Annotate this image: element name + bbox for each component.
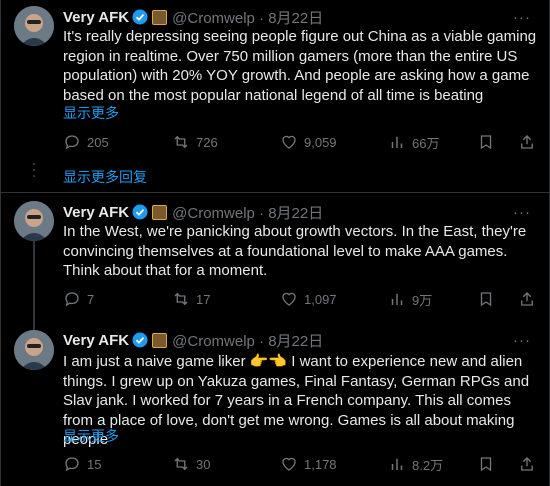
like-button[interactable]: 9,059 [280, 133, 337, 151]
show-more-link[interactable]: 显示更多 [63, 426, 119, 446]
affiliate-badge-icon[interactable] [152, 9, 168, 25]
share-icon [521, 135, 533, 149]
like-button[interactable]: 1,097 [280, 290, 337, 308]
share-button[interactable] [518, 290, 542, 308]
show-more-link[interactable]: 显示更多 [63, 103, 119, 123]
tweet-text: I am just a naive game liker 👉👈 I want t… [63, 353, 530, 448]
avatar[interactable] [14, 201, 54, 241]
bookmark-button[interactable] [477, 455, 501, 473]
bookmark-button[interactable] [477, 133, 501, 151]
like-count: 9,059 [304, 134, 337, 150]
bookmark-button[interactable] [477, 290, 501, 308]
tweet-text: It's really depressing seeing people fig… [63, 28, 537, 104]
bookmark-icon [480, 135, 492, 150]
tweet-2[interactable]: Very AFK @Cromwelp · 8月22日 ··· In the We… [1, 193, 550, 318]
thread-line [33, 318, 35, 330]
affiliate-badge-icon[interactable] [152, 332, 168, 348]
show-more-replies-link[interactable]: 显示更多回复 [63, 167, 147, 187]
tweet-text: In the West, we're panicking about growt… [63, 223, 527, 279]
views-chart-icon [391, 293, 403, 305]
share-button[interactable] [518, 455, 542, 473]
author-name[interactable]: Very AFK [63, 204, 129, 221]
reply-button[interactable]: 7 [63, 290, 94, 308]
share-icon [521, 292, 533, 306]
views-count: 9万 [412, 292, 433, 308]
bookmark-icon [480, 292, 492, 307]
retweet-count: 30 [196, 456, 211, 472]
verified-checkmark-icon [132, 9, 148, 25]
handle-and-date[interactable]: @Cromwelp · 8月22日 [172, 7, 323, 28]
tweet-actions: 205 726 9,059 66万 [63, 132, 533, 152]
reply-bubble-icon [65, 457, 79, 472]
handle-and-date[interactable]: @Cromwelp · 8月22日 [172, 202, 323, 223]
retweet-icon [174, 135, 188, 149]
affiliate-badge-icon[interactable] [152, 204, 168, 220]
tweet-header: Very AFK @Cromwelp · 8月22日 [63, 7, 323, 27]
reply-count: 205 [87, 134, 109, 150]
retweet-count: 726 [196, 134, 218, 150]
tweet-actions: 7 17 1,097 9万 [63, 289, 533, 309]
retweet-button[interactable]: 726 [172, 133, 218, 151]
more-dots-icon[interactable]: ··· [511, 202, 533, 222]
like-count: 1,097 [304, 291, 337, 307]
reply-button[interactable]: 205 [63, 133, 109, 151]
avatar[interactable] [14, 6, 54, 46]
retweet-count: 17 [196, 291, 211, 307]
verified-checkmark-icon [132, 204, 148, 220]
heart-icon [282, 457, 296, 471]
retweet-icon [174, 457, 188, 471]
more-dots-icon[interactable]: ··· [511, 7, 533, 27]
handle-and-date[interactable]: @Cromwelp · 8月22日 [172, 330, 323, 351]
views-button[interactable]: 9万 [388, 290, 432, 309]
views-chart-icon [391, 136, 403, 148]
thread-gap-dots [32, 163, 36, 181]
author-name[interactable]: Very AFK [63, 332, 129, 349]
avatar[interactable] [14, 330, 54, 370]
like-button[interactable]: 1,178 [280, 455, 337, 473]
bookmark-icon [480, 457, 492, 472]
tweet-header: Very AFK @Cromwelp · 8月22日 [63, 330, 323, 350]
reply-count: 7 [87, 291, 95, 307]
tweet-1[interactable]: Very AFK @Cromwelp · 8月22日 ··· It's real… [1, 0, 550, 160]
views-count: 66万 [412, 135, 440, 151]
reply-bubble-icon [65, 292, 79, 307]
tweet-header: Very AFK @Cromwelp · 8月22日 [63, 202, 323, 222]
views-chart-icon [391, 458, 403, 470]
timeline-column: Very AFK @Cromwelp · 8月22日 ··· It's real… [0, 0, 550, 486]
heart-icon [282, 292, 296, 306]
author-name[interactable]: Very AFK [63, 9, 129, 26]
heart-icon [282, 135, 296, 149]
verified-checkmark-icon [132, 332, 148, 348]
reply-button[interactable]: 15 [63, 455, 101, 473]
reply-count: 15 [87, 456, 102, 472]
thread-line [33, 237, 35, 318]
views-button[interactable]: 66万 [388, 133, 439, 152]
tweet-actions: 15 30 1,178 8.2万 [63, 454, 533, 474]
more-dots-icon[interactable]: ··· [511, 330, 533, 350]
views-count: 8.2万 [412, 457, 444, 473]
share-button[interactable] [518, 133, 542, 151]
views-button[interactable]: 8.2万 [388, 455, 443, 474]
retweet-icon [174, 292, 188, 306]
like-count: 1,178 [304, 456, 337, 472]
retweet-button[interactable]: 30 [172, 455, 210, 473]
tweet-3[interactable]: Very AFK @Cromwelp · 8月22日 ··· I am just… [1, 318, 550, 486]
retweet-button[interactable]: 17 [172, 290, 210, 308]
reply-bubble-icon [65, 135, 79, 150]
share-icon [521, 457, 533, 471]
